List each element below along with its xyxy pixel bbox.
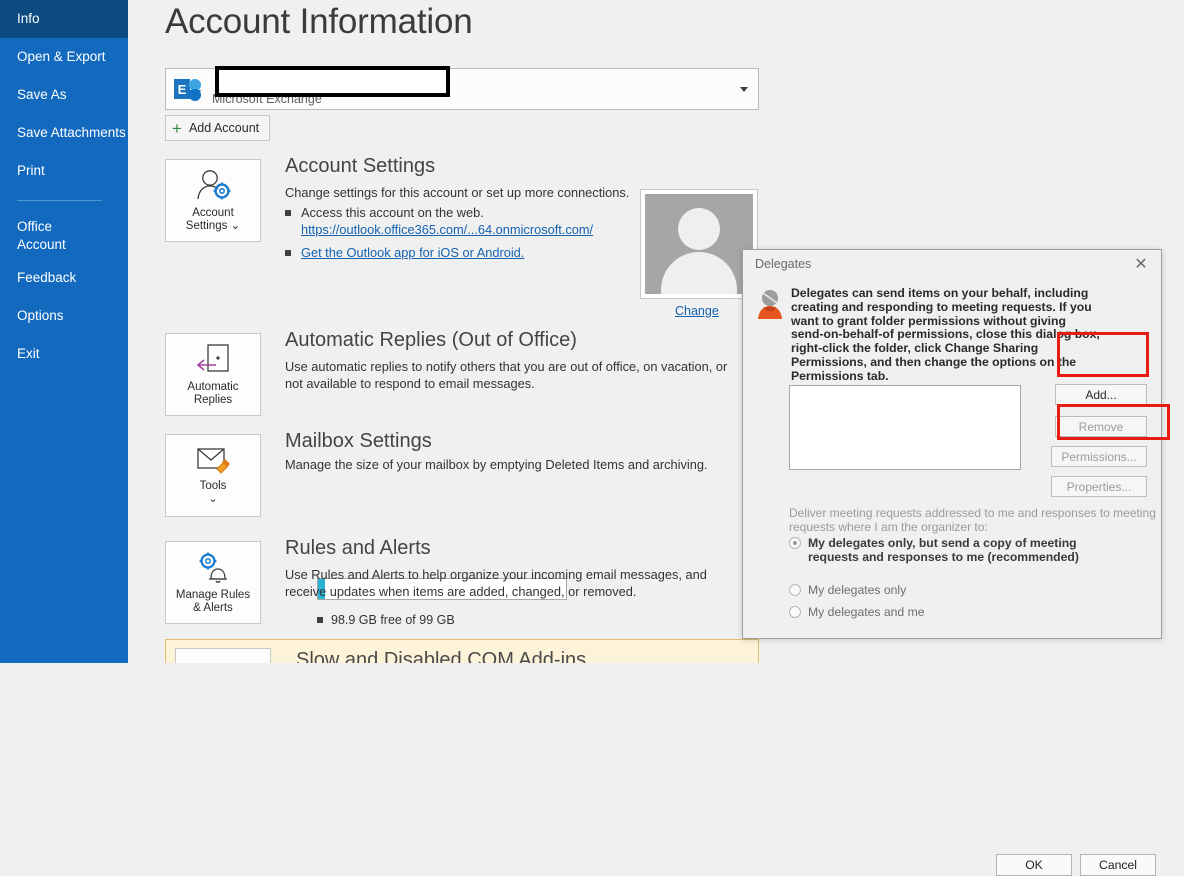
sidebar-item-feedback[interactable]: Feedback (0, 259, 128, 297)
owa-link[interactable]: https://outlook.office365.com/...64.onmi… (301, 222, 593, 237)
mailbox-settings-section: Tools ⌄ Mailbox Settings Manage the size… (165, 430, 765, 627)
rules-alerts-icon (199, 552, 227, 583)
remove-button[interactable]: Remove (1055, 416, 1147, 437)
radio-delegates-only[interactable]: My delegates only (789, 583, 906, 597)
backstage-sidebar: Info Open & Export Save As Save Attachme… (0, 0, 128, 663)
account-settings-section: Account Settings ⌄ Account Settings Chan… (165, 155, 765, 318)
change-photo-link[interactable]: Change (675, 304, 719, 318)
sidebar-item-save-attachments[interactable]: Save Attachments (0, 114, 128, 152)
rules-and-alerts-section: Manage Rules & Alerts Rules and Alerts U… (165, 537, 765, 631)
account-settings-button-label: Account Settings ⌄ (185, 207, 241, 232)
rules-and-alerts-heading: Rules and Alerts (285, 537, 431, 559)
automatic-replies-button[interactable]: Automatic Replies (165, 333, 261, 416)
radio-label: My delegates only, but send a copy of me… (808, 536, 1079, 564)
account-settings-button[interactable]: Account Settings ⌄ (165, 159, 261, 242)
radio-label: My delegates only (808, 583, 907, 597)
mailbox-tools-icon (197, 448, 230, 474)
bullet-icon (285, 250, 291, 256)
sidebar-item-label: Save Attachments (17, 125, 126, 140)
account-settings-icon (197, 170, 231, 200)
sidebar-item-label: Open & Export (17, 49, 106, 64)
sidebar-item-label: Feedback (17, 270, 77, 285)
delegates-dialog: Delegates ✕ Delegates can send items on … (742, 249, 1162, 876)
mailbox-settings-heading: Mailbox Settings (285, 430, 432, 452)
automatic-replies-section: Automatic Replies Automatic Replies (Out… (165, 329, 765, 423)
mailbox-tools-button-label: Tools ⌄ (199, 480, 227, 506)
sidebar-item-label: Options (17, 308, 64, 323)
properties-button[interactable]: Properties... (1051, 476, 1147, 497)
page-title: Account Information (165, 2, 473, 41)
com-addins-heading: Slow and Disabled COM Add-ins (296, 649, 587, 663)
com-addins-button[interactable] (175, 648, 271, 663)
radio-delegates-only-copy[interactable]: My delegates only, but send a copy of me… (789, 536, 1119, 564)
close-icon[interactable]: ✕ (1128, 254, 1154, 276)
avatar-body (661, 252, 737, 294)
radio-icon[interactable] (789, 584, 801, 596)
dialog-title: Delegates (755, 257, 812, 271)
delegates-list[interactable] (789, 385, 1021, 470)
dialog-title-bar: Delegates ✕ (743, 250, 1161, 280)
sidebar-item-options[interactable]: Options (0, 297, 128, 335)
sidebar-item-label: Exit (17, 346, 40, 361)
chevron-down-icon[interactable]: ⌄ (231, 220, 241, 232)
radio-delegates-and-me[interactable]: My delegates and me (789, 605, 925, 619)
sidebar-item-label: Save As (17, 87, 67, 102)
account-selector[interactable]: E Microsoft Exchange (165, 66, 759, 110)
bullet-icon (285, 210, 291, 216)
sidebar-item-label: Print (17, 163, 45, 178)
exchange-icon: E (174, 79, 201, 101)
sidebar-item-info[interactable]: Info (0, 0, 128, 38)
svg-text:E: E (178, 82, 187, 97)
radio-label: My delegates and me (808, 605, 925, 619)
sidebar-item-print[interactable]: Print (0, 152, 128, 190)
automatic-replies-button-label: Automatic Replies (187, 381, 239, 406)
manage-rules-alerts-button[interactable]: Manage Rules & Alerts (165, 541, 261, 624)
add-account-label: Add Account (188, 121, 260, 135)
plus-icon: + (172, 118, 182, 138)
dialog-intro-text: Delegates can send items on your behalf,… (791, 286, 1100, 383)
chevron-down-icon[interactable]: ⌄ (200, 493, 227, 506)
rules-and-alerts-description: Use Rules and Alerts to help organize yo… (285, 567, 707, 599)
radio-icon[interactable] (789, 606, 801, 618)
sidebar-item-label-line1: Office (17, 219, 53, 234)
manage-rules-alerts-button-label: Manage Rules & Alerts (175, 589, 251, 614)
avatar (645, 194, 753, 294)
radio-icon[interactable] (789, 537, 801, 549)
sidebar-item-label: Info (17, 11, 40, 26)
mailbox-settings-description: Manage the size of your mailbox by empty… (285, 457, 708, 472)
dialog-body: Delegates can send items on your behalf,… (743, 280, 1161, 876)
mobile-app-link[interactable]: Get the Outlook app for iOS or Android. (301, 244, 524, 261)
chevron-down-icon[interactable] (740, 87, 748, 92)
sidebar-divider (17, 200, 102, 201)
automatic-replies-heading: Automatic Replies (Out of Office) (285, 329, 577, 351)
cancel-button[interactable]: Cancel (1080, 854, 1156, 876)
com-addins-panel[interactable]: Slow and Disabled COM Add-ins (165, 639, 759, 663)
sidebar-item-office-account[interactable]: Office Account (0, 211, 128, 259)
delegate-person-icon (758, 290, 782, 319)
sidebar-item-open-export[interactable]: Open & Export (0, 38, 128, 76)
ok-button[interactable]: OK (996, 854, 1072, 876)
account-name-redacted (215, 66, 450, 97)
automatic-replies-icon (196, 344, 229, 372)
add-button[interactable]: Add... (1055, 384, 1147, 405)
permissions-button[interactable]: Permissions... (1051, 446, 1147, 467)
avatar-head (678, 208, 720, 250)
account-settings-heading: Account Settings (285, 155, 436, 177)
web-access-text: Access this account on the web. (301, 205, 484, 220)
automatic-replies-description: Use automatic replies to notify others t… (285, 359, 728, 391)
add-account-button[interactable]: + Add Account (165, 115, 271, 141)
deliver-requests-label: Deliver meeting requests addressed to me… (789, 506, 1156, 534)
sidebar-item-label-line2: Account (17, 237, 66, 253)
profile-photo (640, 189, 758, 299)
sidebar-item-save-as[interactable]: Save As (0, 76, 128, 114)
sidebar-item-exit[interactable]: Exit (0, 335, 128, 373)
mailbox-tools-button[interactable]: Tools ⌄ (165, 434, 261, 517)
